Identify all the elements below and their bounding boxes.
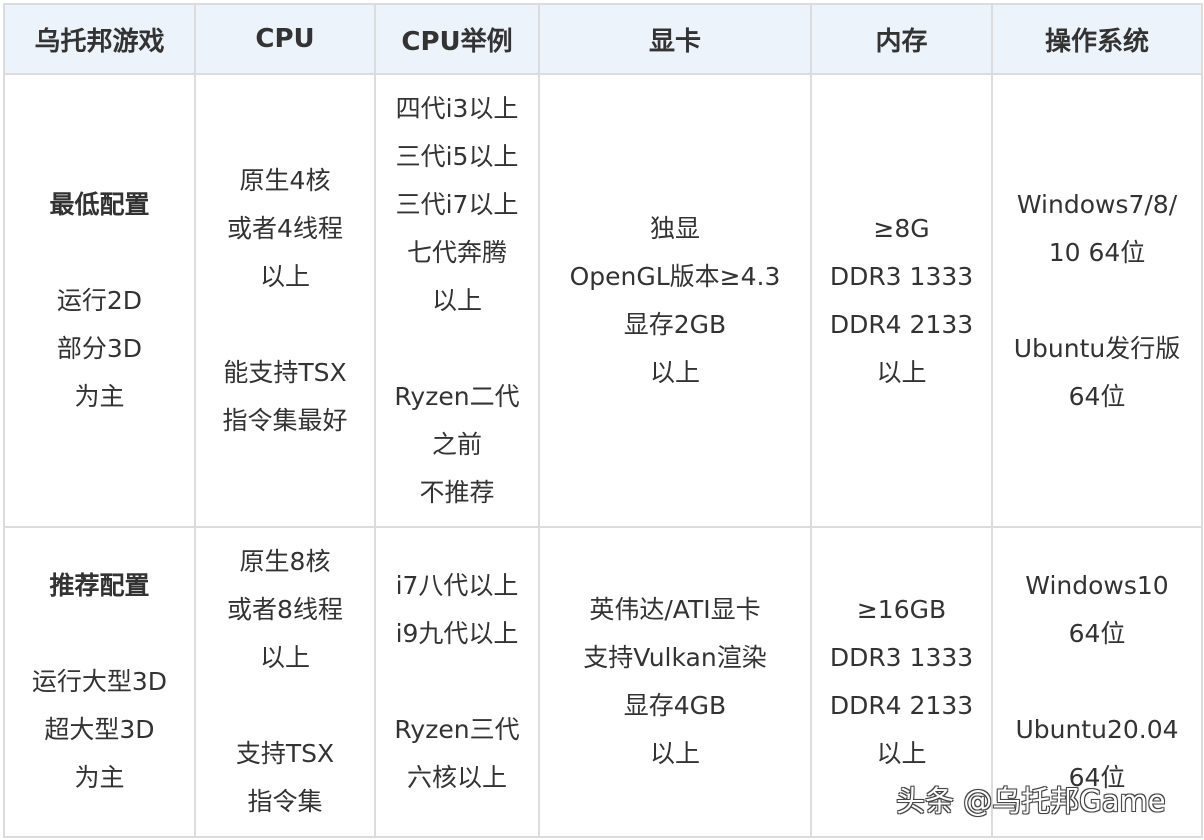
cpu-line: 以上 (259, 643, 310, 672)
memory-line: DDR4 2133 (829, 691, 974, 720)
cpu-example-line: Ryzen三代 (394, 715, 520, 744)
cell-gpu-recommended: 英伟达/ATI显卡 支持Vulkan渲染 显存4GB 以上 (538, 526, 812, 838)
gpu-line: 支持Vulkan渲染 (583, 643, 767, 672)
watermark: 头条 @乌托邦Game (896, 784, 1166, 818)
cpu-example-line: 三代i7以上 (395, 189, 519, 219)
memory-line: 以上 (876, 357, 927, 387)
os-line: Windows10 (1025, 571, 1169, 600)
cpu-example-line: 三代i5以上 (395, 141, 519, 171)
cpu-example-line: Ryzen二代 (394, 381, 520, 411)
header-gpu: 显卡 (538, 3, 812, 75)
header-os: 操作系统 (991, 3, 1203, 75)
system-requirements-table: 乌托邦游戏 CPU CPU举例 显卡 内存 操作系统 最低配置 运行2D 部分3… (3, 3, 1203, 838)
cpu-example-line: i7八代以上 (395, 571, 519, 600)
cpu-line: 或者8线程 (227, 595, 343, 624)
cpu-example-line: i9九代以上 (395, 619, 519, 648)
memory-line: ≥8G (873, 213, 930, 243)
gpu-line: 独显 (649, 213, 700, 243)
cpu-line: 指令集最好 (222, 405, 348, 435)
memory-line: 以上 (876, 739, 927, 768)
tier-title: 推荐配置 (49, 571, 150, 600)
cell-cpu-examples-minimum: 四代i3以上 三代i5以上 三代i7以上 七代奔腾 以上 Ryzen二代 之前 … (374, 73, 540, 528)
cpu-example-line: 以上 (431, 285, 482, 315)
cpu-example-line: 六核以上 (406, 763, 507, 792)
tier-line: 部分3D (56, 333, 143, 363)
cpu-line: 以上 (259, 261, 310, 291)
os-line: 64位 (1068, 381, 1126, 411)
gpu-line: OpenGL版本≥4.3 (569, 261, 781, 291)
gpu-line: 以上 (649, 357, 700, 387)
header-game: 乌托邦游戏 (3, 3, 196, 75)
os-line: Ubuntu发行版 (1013, 333, 1181, 363)
gpu-line: 以上 (649, 739, 700, 768)
os-line: Windows7/8/ (1016, 189, 1178, 219)
tier-title: 最低配置 (49, 189, 150, 219)
cpu-line: 能支持TSX (223, 357, 347, 387)
cell-memory-minimum: ≥8G DDR3 1333 DDR4 2133 以上 (810, 73, 993, 528)
table-header-row: 乌托邦游戏 CPU CPU举例 显卡 内存 操作系统 (3, 3, 1203, 75)
table-row-minimum: 最低配置 运行2D 部分3D 为主 原生4核 或者4线程 以上 能支持TSX 指… (3, 73, 1203, 528)
cpu-line: 支持TSX (235, 739, 335, 768)
header-cpu-examples: CPU举例 (374, 3, 540, 75)
cpu-example-line: 之前 (431, 429, 482, 459)
cpu-example-line: 四代i3以上 (395, 93, 519, 123)
cpu-line: 原生8核 (239, 547, 331, 576)
tier-line: 运行2D (56, 285, 143, 315)
gpu-line: 显存2GB (623, 309, 727, 339)
os-line: 64位 (1068, 619, 1126, 648)
cpu-line: 指令集 (247, 787, 323, 816)
cell-tier-recommended: 推荐配置 运行大型3D 超大型3D 为主 (3, 526, 196, 838)
memory-line: DDR3 1333 (829, 643, 974, 672)
cell-tier-minimum: 最低配置 运行2D 部分3D 为主 (3, 73, 196, 528)
cell-cpu-minimum: 原生4核 或者4线程 以上 能支持TSX 指令集最好 (194, 73, 376, 528)
cell-gpu-minimum: 独显 OpenGL版本≥4.3 显存2GB 以上 (538, 73, 812, 528)
cpu-line: 原生4核 (239, 165, 331, 195)
cell-os-minimum: Windows7/8/ 10 64位 Ubuntu发行版 64位 (991, 73, 1203, 528)
cell-cpu-recommended: 原生8核 或者8线程 以上 支持TSX 指令集 (194, 526, 376, 838)
cpu-example-line: 七代奔腾 (406, 237, 507, 267)
os-line: 10 64位 (1048, 237, 1146, 267)
cpu-line: 或者4线程 (227, 213, 343, 243)
os-line: Ubuntu20.04 (1015, 715, 1179, 744)
memory-line: ≥16GB (856, 595, 947, 624)
tier-line: 运行大型3D (31, 667, 168, 696)
tier-line: 为主 (74, 381, 125, 411)
cell-cpu-examples-recommended: i7八代以上 i9九代以上 Ryzen三代 六核以上 (374, 526, 540, 838)
header-cpu: CPU (194, 3, 376, 75)
tier-line: 为主 (74, 763, 125, 792)
memory-line: DDR3 1333 (829, 261, 974, 291)
header-memory: 内存 (810, 3, 993, 75)
tier-line: 超大型3D (44, 715, 155, 744)
cpu-example-line: 不推荐 (419, 477, 495, 507)
gpu-line: 英伟达/ATI显卡 (589, 595, 761, 624)
memory-line: DDR4 2133 (829, 309, 974, 339)
gpu-line: 显存4GB (623, 691, 727, 720)
